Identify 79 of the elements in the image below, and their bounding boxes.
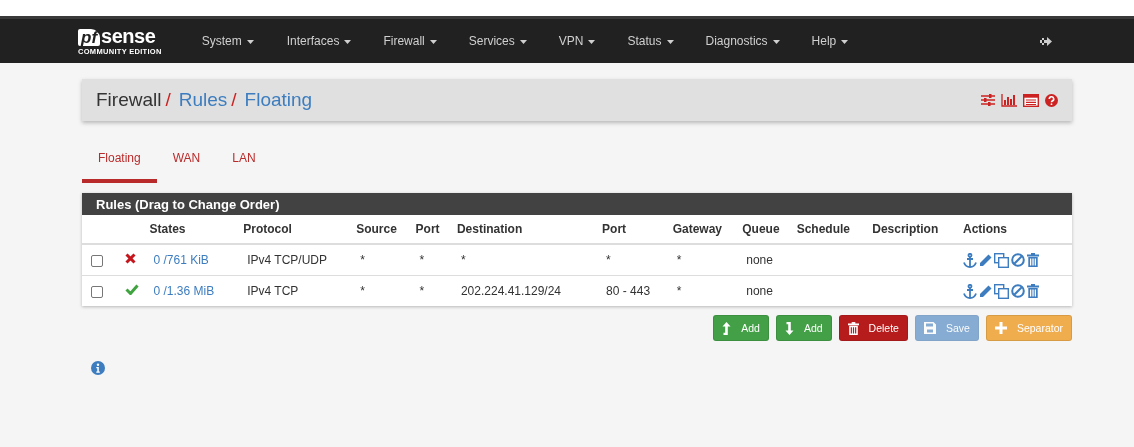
- tab[interactable]: WAN: [156, 141, 217, 183]
- table-cell: *: [676, 284, 682, 298]
- column-header: Description: [866, 215, 957, 244]
- table-cell: *: [419, 253, 425, 267]
- column-header: Gateway: [666, 215, 737, 244]
- add-rule-button[interactable]: Add: [775, 315, 832, 341]
- column-header: Queue: [736, 215, 791, 244]
- copy-icon[interactable]: [994, 283, 1009, 299]
- plus-icon: [994, 322, 1007, 334]
- row-checkbox[interactable]: [91, 285, 103, 298]
- trash-icon[interactable]: [1027, 253, 1039, 267]
- table-cell: none: [746, 253, 773, 267]
- column-header: Actions: [957, 215, 1072, 244]
- tab[interactable]: LAN: [216, 141, 272, 183]
- add-rule-button[interactable]: Add: [713, 315, 769, 341]
- copy-icon[interactable]: [994, 252, 1009, 268]
- trash-icon[interactable]: [1027, 284, 1039, 298]
- bar-chart-icon[interactable]: [1001, 93, 1017, 107]
- nav-menu-item[interactable]: VPN: [558, 34, 596, 48]
- arrow-down-icon: [784, 321, 794, 335]
- panel-title: Rules (Drag to Change Order): [96, 196, 280, 212]
- table-cell: *: [676, 253, 682, 267]
- states-link[interactable]: 0 /1.36 MiB: [153, 284, 215, 298]
- nav-menu-item[interactable]: Services: [468, 34, 527, 48]
- caret-icon: [519, 39, 527, 44]
- pencil-icon[interactable]: [979, 253, 992, 267]
- caret-icon: [344, 39, 352, 44]
- table-cell: IPv4 TCP: [247, 284, 299, 298]
- table-cell: *: [606, 253, 611, 267]
- column-header: Protocol: [237, 215, 351, 244]
- nav-menu-item[interactable]: Interfaces: [286, 34, 352, 48]
- pencil-icon[interactable]: [979, 284, 992, 298]
- nav-menu-item[interactable]: Help: [811, 34, 849, 48]
- caret-icon: [841, 39, 849, 44]
- nav-menu-item[interactable]: Diagnostics: [705, 34, 780, 48]
- disable-icon[interactable]: [1011, 253, 1025, 267]
- nav-menu-item[interactable]: Status: [627, 34, 674, 48]
- sliders-icon[interactable]: [981, 94, 995, 106]
- table-cell: *: [360, 284, 365, 298]
- caret-icon: [588, 39, 596, 44]
- caret-icon: [666, 39, 674, 44]
- table-cell: none: [746, 284, 773, 298]
- list-icon[interactable]: [1023, 93, 1039, 107]
- caret-icon: [246, 39, 254, 44]
- table-cell: 202.224.41.129/24: [460, 284, 562, 298]
- breadcrumb-link[interactable]: Rules: [178, 89, 228, 111]
- table-cell: *: [360, 253, 365, 267]
- breadcrumb-link[interactable]: Floating: [244, 89, 313, 111]
- caret-icon: [429, 39, 437, 44]
- column-header: Schedule: [790, 215, 867, 244]
- nav-menu-item[interactable]: System: [201, 34, 254, 48]
- column-header: States: [143, 215, 238, 244]
- table-cell: *: [419, 284, 425, 298]
- column-header: Source: [350, 215, 410, 244]
- tab[interactable]: Floating: [82, 141, 157, 183]
- column-header: Port: [409, 215, 451, 244]
- delete-button[interactable]: Delete: [838, 315, 908, 341]
- nav-menu-item[interactable]: Firewall: [383, 34, 437, 48]
- help-icon[interactable]: [1045, 93, 1058, 107]
- info-icon[interactable]: [91, 361, 105, 375]
- arrow-up-icon: [722, 321, 732, 335]
- breadcrumb-current: Firewall: [96, 89, 162, 111]
- table-cell: IPv4 TCP/UDP: [247, 253, 328, 267]
- logo-mark: pf: [78, 29, 101, 47]
- disable-icon[interactable]: [1011, 284, 1025, 298]
- table-cell: 80 - 443: [606, 284, 651, 298]
- table-cell: *: [460, 253, 466, 267]
- anchor-icon[interactable]: [963, 252, 977, 268]
- breadcrumb-separator: /: [165, 89, 171, 111]
- row-checkbox[interactable]: [91, 254, 103, 267]
- anchor-icon[interactable]: [963, 283, 977, 299]
- column-header: Destination: [450, 215, 597, 244]
- trash-icon: [847, 321, 859, 335]
- breadcrumb-separator: /: [231, 89, 237, 111]
- states-link[interactable]: 0 /761 KiB: [153, 253, 209, 267]
- logout-icon[interactable]: [1040, 35, 1052, 47]
- logo-text: sense: [101, 26, 156, 47]
- caret-icon: [772, 39, 780, 44]
- column-header: Port: [596, 215, 667, 244]
